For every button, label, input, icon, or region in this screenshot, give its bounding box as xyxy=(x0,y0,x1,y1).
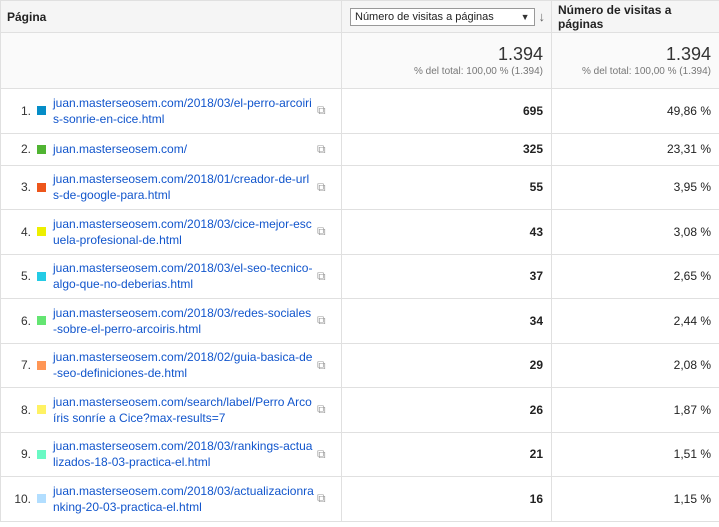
page-link[interactable]: juan.masterseosem.com/2018/03/el-seo-tec… xyxy=(53,260,315,292)
page-cell: 3. juan.masterseosem.com/2018/01/creador-… xyxy=(0,164,342,210)
percent-cell: 1,87 % xyxy=(551,387,719,433)
metric-select[interactable]: Número de visitas a páginas ▼ xyxy=(350,7,535,26)
table-header-row: Página Número de visitas a páginas ▼ ↓ N… xyxy=(0,0,719,33)
visits-cell: 29 xyxy=(341,342,552,388)
percent-cell: 49,86 % xyxy=(551,88,719,134)
page-cell: 9. juan.masterseosem.com/2018/03/rankings… xyxy=(0,431,342,477)
external-link-icon[interactable]: ⧉ xyxy=(317,103,326,118)
row-number: 5. xyxy=(20,269,31,284)
external-link-icon[interactable]: ⧉ xyxy=(317,491,326,506)
percent-cell: 2,44 % xyxy=(551,298,719,344)
row-number: 9. xyxy=(20,447,31,462)
external-link-icon[interactable]: ⧉ xyxy=(317,142,326,157)
row-number: 8. xyxy=(20,402,31,417)
page-link[interactable]: juan.masterseosem.com/2018/03/rankings-a… xyxy=(53,438,315,470)
total-value-2: 1.394 xyxy=(665,43,711,64)
visits-cell: 26 xyxy=(341,387,552,433)
totals-metric-cell: 1.394 % del total: 100,00 % (1.394) xyxy=(341,32,552,89)
visits-cell: 34 xyxy=(341,298,552,344)
total-sub-2: % del total: 100,00 % (1.394) xyxy=(582,65,711,77)
column-header-metric: Número de visitas a páginas ▼ ↓ xyxy=(341,0,552,33)
series-color-swatch xyxy=(37,271,46,281)
page-cell: 1. juan.masterseosem.com/2018/03/el-perro… xyxy=(0,88,342,134)
page-cell: 5. juan.masterseosem.com/2018/03/el-seo-t… xyxy=(0,253,342,299)
totals-row: 1.394 % del total: 100,00 % (1.394) 1.39… xyxy=(0,32,719,89)
table-row: 4. juan.masterseosem.com/2018/03/cice-mej… xyxy=(0,209,719,255)
series-color-swatch xyxy=(37,360,46,370)
series-color-swatch xyxy=(37,405,46,415)
totals-empty-cell xyxy=(0,32,342,89)
table-row: 7. juan.masterseosem.com/2018/02/guia-bas… xyxy=(0,342,719,388)
table-row: 1. juan.masterseosem.com/2018/03/el-perro… xyxy=(0,88,719,134)
row-number: 4. xyxy=(20,224,31,239)
page-link[interactable]: juan.masterseosem.com/2018/03/cice-mejor… xyxy=(53,216,315,248)
page-link[interactable]: juan.masterseosem.com/2018/03/actualizac… xyxy=(53,483,315,515)
series-color-swatch xyxy=(37,494,46,504)
series-color-swatch xyxy=(37,227,46,237)
row-number: 6. xyxy=(20,313,31,328)
series-color-swatch xyxy=(37,182,46,192)
column-header-page[interactable]: Página xyxy=(0,0,342,33)
external-link-icon[interactable]: ⧉ xyxy=(317,180,326,195)
percent-cell: 3,08 % xyxy=(551,209,719,255)
row-number: 3. xyxy=(20,180,31,195)
table-row: 8. juan.masterseosem.com/search/label/Per… xyxy=(0,387,719,433)
visits-cell: 37 xyxy=(341,253,552,299)
total-sub: % del total: 100,00 % (1.394) xyxy=(414,65,543,77)
page-link[interactable]: juan.masterseosem.com/ xyxy=(53,141,315,157)
page-link[interactable]: juan.masterseosem.com/2018/03/el-perro-a… xyxy=(53,95,315,127)
page-cell: 2. juan.masterseosem.com/⧉ xyxy=(0,132,342,166)
page-cell: 4. juan.masterseosem.com/2018/03/cice-mej… xyxy=(0,209,342,255)
external-link-icon[interactable]: ⧉ xyxy=(317,224,326,239)
visits-cell: 16 xyxy=(341,476,552,522)
total-value: 1.394 xyxy=(497,43,543,64)
series-color-swatch xyxy=(37,106,46,116)
table-row: 9. juan.masterseosem.com/2018/03/rankings… xyxy=(0,431,719,477)
row-number: 7. xyxy=(20,358,31,373)
percent-cell: 2,08 % xyxy=(551,342,719,388)
external-link-icon[interactable]: ⧉ xyxy=(317,269,326,284)
table-row: 6. juan.masterseosem.com/2018/03/redes-so… xyxy=(0,298,719,344)
table-row: 5. juan.masterseosem.com/2018/03/el-seo-t… xyxy=(0,253,719,299)
external-link-icon[interactable]: ⧉ xyxy=(317,358,326,373)
page-cell: 8. juan.masterseosem.com/search/label/Per… xyxy=(0,387,342,433)
page-cell: 10. juan.masterseosem.com/2018/03/actuali… xyxy=(0,476,342,522)
page-link[interactable]: juan.masterseosem.com/2018/01/creador-de… xyxy=(53,171,315,203)
analytics-table: Página Número de visitas a páginas ▼ ↓ N… xyxy=(0,0,719,522)
external-link-icon[interactable]: ⧉ xyxy=(317,402,326,417)
series-color-swatch xyxy=(37,144,46,154)
series-color-swatch xyxy=(37,449,46,459)
page-link[interactable]: juan.masterseosem.com/2018/02/guia-basic… xyxy=(53,349,315,381)
dropdown-arrow-icon: ▼ xyxy=(520,11,530,22)
metric-select-label: Número de visitas a páginas xyxy=(355,10,494,23)
table-row: 2. juan.masterseosem.com/⧉ 325 23,31 % xyxy=(0,132,719,166)
totals-percent-cell: 1.394 % del total: 100,00 % (1.394) xyxy=(551,32,719,89)
row-number: 1. xyxy=(20,103,31,118)
external-link-icon[interactable]: ⧉ xyxy=(317,447,326,462)
page-link[interactable]: juan.masterseosem.com/2018/03/redes-soci… xyxy=(53,305,315,337)
table-row: 10. juan.masterseosem.com/2018/03/actuali… xyxy=(0,476,719,522)
visits-cell: 43 xyxy=(341,209,552,255)
visits-cell: 695 xyxy=(341,88,552,134)
row-number: 2. xyxy=(20,142,31,156)
external-link-icon[interactable]: ⧉ xyxy=(317,313,326,328)
visits-cell: 325 xyxy=(341,132,552,166)
table-row: 3. juan.masterseosem.com/2018/01/creador-… xyxy=(0,164,719,210)
series-color-swatch xyxy=(37,316,46,326)
page-cell: 6. juan.masterseosem.com/2018/03/redes-so… xyxy=(0,298,342,344)
visits-cell: 55 xyxy=(341,164,552,210)
percent-cell: 2,65 % xyxy=(551,253,719,299)
page-link[interactable]: juan.masterseosem.com/search/label/Perro… xyxy=(53,394,315,426)
visits-cell: 21 xyxy=(341,431,552,477)
row-number: 10. xyxy=(14,491,31,506)
percent-cell: 23,31 % xyxy=(551,132,719,166)
percent-cell: 3,95 % xyxy=(551,164,719,210)
column-header-percent[interactable]: Número de visitas a páginas xyxy=(551,0,719,33)
page-cell: 7. juan.masterseosem.com/2018/02/guia-bas… xyxy=(0,342,342,388)
sort-descending-icon[interactable]: ↓ xyxy=(539,9,546,24)
percent-cell: 1,51 % xyxy=(551,431,719,477)
percent-cell: 1,15 % xyxy=(551,476,719,522)
